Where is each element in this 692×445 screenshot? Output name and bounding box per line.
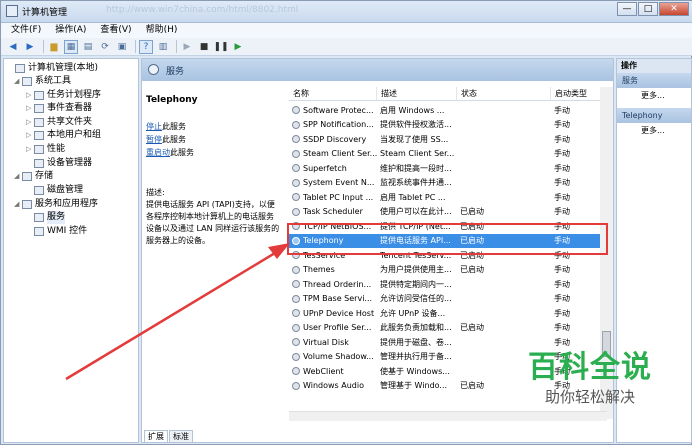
watermark: 百科全说 助你轻松解决 bbox=[500, 350, 680, 420]
watermark-title: 百科全说 bbox=[528, 350, 652, 385]
arrow-shaft bbox=[65, 248, 281, 381]
watermark-subtitle: 助你轻松解决 bbox=[544, 388, 635, 406]
